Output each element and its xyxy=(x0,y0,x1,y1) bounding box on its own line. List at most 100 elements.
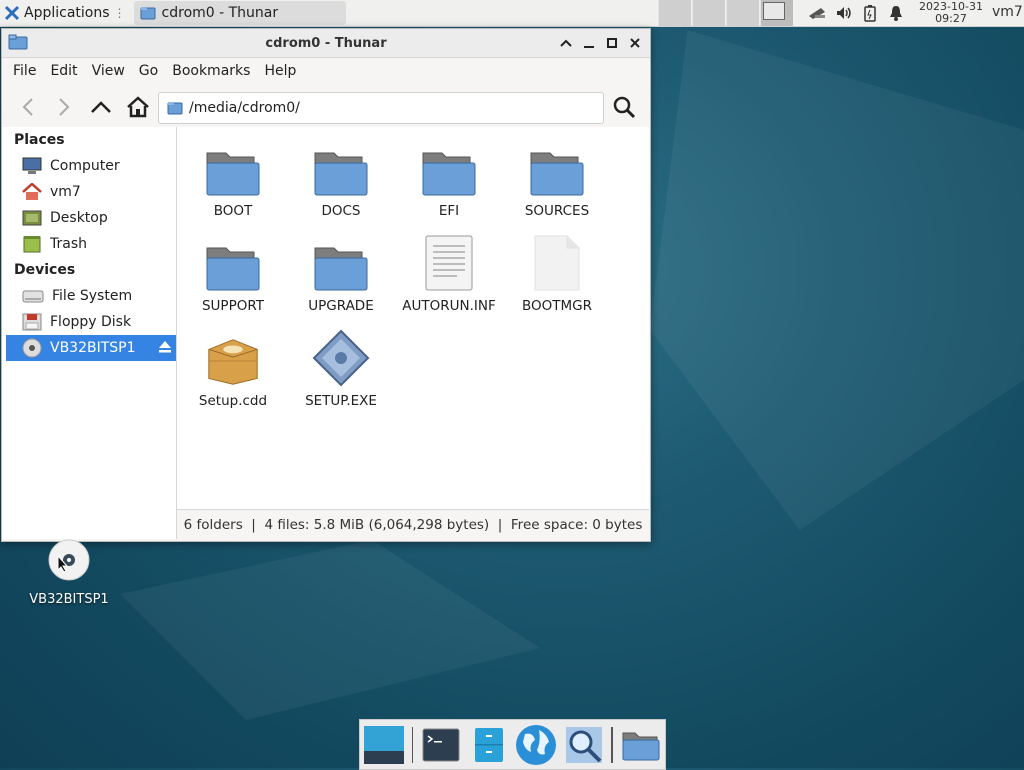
dock-separator xyxy=(411,726,414,763)
eject-icon[interactable] xyxy=(158,340,172,358)
file-label: SOURCES xyxy=(524,203,590,219)
mouse-cursor-icon xyxy=(57,555,69,573)
sidebar-item-computer[interactable]: Computer xyxy=(2,153,176,179)
workspace-1[interactable] xyxy=(658,0,691,26)
folder-icon xyxy=(167,102,183,115)
applications-label: Applications xyxy=(24,5,110,21)
desktop-icon-label: VB32BITSP1 xyxy=(29,592,109,607)
sidebar-item-label: Trash xyxy=(50,236,87,252)
title-bar[interactable]: cdrom0 - Thunar xyxy=(2,29,650,58)
wallpaper-shape xyxy=(650,30,1024,530)
menu-edit[interactable]: Edit xyxy=(43,63,84,79)
file-item[interactable]: SOURCES xyxy=(503,137,611,219)
file-label: AUTORUN.INF xyxy=(402,298,496,314)
menu-view[interactable]: View xyxy=(85,63,132,79)
minimize-button[interactable] xyxy=(579,33,599,53)
file-item[interactable]: UPGRADE xyxy=(287,232,395,314)
folder-icon xyxy=(203,232,263,292)
web-browser-icon xyxy=(516,724,557,765)
taskbar-title: cdrom0 - Thunar xyxy=(161,5,279,21)
sidebar-item-file-system[interactable]: File System xyxy=(2,283,176,309)
location-bar[interactable]: /media/cdrom0/ xyxy=(158,92,604,124)
dock xyxy=(359,719,666,770)
menu-go[interactable]: Go xyxy=(132,63,165,79)
sidebar-item-desktop[interactable]: Desktop xyxy=(2,205,176,231)
folder-icon xyxy=(419,137,479,197)
folder-icon xyxy=(203,137,263,197)
desktop-icon-vb32bitsp1[interactable]: VB32BITSP1 xyxy=(20,538,118,607)
forward-button[interactable] xyxy=(50,93,78,121)
menu-help[interactable]: Help xyxy=(257,63,303,79)
file-label: DOCS xyxy=(321,203,361,219)
user-menu[interactable]: vm7 xyxy=(992,4,1023,20)
home-icon xyxy=(127,96,149,118)
file-item[interactable]: DOCS xyxy=(287,137,395,219)
show-desktop-icon xyxy=(363,725,404,764)
up-arrow-icon xyxy=(91,101,111,113)
taskbar-button-thunar[interactable]: cdrom0 - Thunar xyxy=(133,1,346,25)
sidebar-item-label: vm7 xyxy=(50,184,81,200)
file-item[interactable]: Setup.cdd xyxy=(179,327,287,409)
devices-header: Devices xyxy=(14,262,76,278)
file-item[interactable]: BOOTMGR xyxy=(503,232,611,314)
blank-file-icon xyxy=(527,232,587,292)
file-label: SUPPORT xyxy=(201,298,264,314)
notification-icon[interactable] xyxy=(883,0,909,26)
sidebar-item-vb32bitsp1[interactable]: VB32BITSP1 xyxy=(6,335,176,361)
sidebar-item-label: Computer xyxy=(50,158,120,174)
file-item[interactable]: AUTORUN.INF xyxy=(395,232,503,314)
parent-folder-button[interactable] xyxy=(87,93,115,121)
home-folder-icon xyxy=(622,732,660,760)
shade-button[interactable] xyxy=(556,33,576,53)
forward-arrow-icon xyxy=(59,98,70,116)
maximize-button[interactable] xyxy=(602,33,622,53)
clock[interactable]: 2023-10-31 09:27 xyxy=(914,1,988,25)
file-label: Setup.cdd xyxy=(198,393,268,409)
drive-icon xyxy=(22,290,44,303)
workspace-4[interactable] xyxy=(760,0,793,26)
sidebar-item-label: VB32BITSP1 xyxy=(50,340,136,356)
home-folder-button[interactable] xyxy=(617,721,665,769)
thunar-window: cdrom0 - Thunar File Edit View Go Bookma… xyxy=(1,28,651,542)
sidebar-item-floppy-disk[interactable]: Floppy Disk xyxy=(2,309,176,335)
search-icon xyxy=(613,96,636,119)
wallpaper-shape xyxy=(120,540,540,720)
window-title: cdrom0 - Thunar xyxy=(265,35,387,51)
file-item[interactable]: BOOT xyxy=(179,137,287,219)
back-button[interactable] xyxy=(14,93,42,121)
sidebar-item-label: Desktop xyxy=(50,210,108,226)
network-icon[interactable] xyxy=(804,0,830,26)
close-button[interactable] xyxy=(625,33,645,53)
show-desktop-button[interactable] xyxy=(360,721,408,769)
terminal-button[interactable] xyxy=(417,721,465,769)
menu-icon: ⋮ xyxy=(113,6,126,20)
file-label: BOOT xyxy=(213,203,253,219)
folder-icon xyxy=(311,232,371,292)
location-path: /media/cdrom0/ xyxy=(189,100,300,116)
file-item[interactable]: SUPPORT xyxy=(179,232,287,314)
battery-icon[interactable] xyxy=(857,0,883,26)
file-manager-button[interactable] xyxy=(465,721,513,769)
home-button[interactable] xyxy=(124,93,152,121)
file-label: BOOTMGR xyxy=(521,298,592,314)
menu-file[interactable]: File xyxy=(6,63,43,79)
file-item[interactable]: EFI xyxy=(395,137,503,219)
computer-icon xyxy=(22,157,42,174)
sidebar-item-vm7[interactable]: vm7 xyxy=(2,179,176,205)
applications-menu[interactable]: Applications ⋮ xyxy=(0,0,130,26)
file-item[interactable]: SETUP.EXE xyxy=(287,327,395,409)
sidebar-item-label: Floppy Disk xyxy=(50,314,132,330)
home-folder-icon xyxy=(22,183,42,200)
file-label: SETUP.EXE xyxy=(305,393,377,409)
volume-icon[interactable] xyxy=(831,0,857,26)
sidebar-item-trash[interactable]: Trash xyxy=(2,231,176,257)
sidebar: Places Computer vm7 Desktop Trash Device… xyxy=(2,127,177,539)
menu-bookmarks[interactable]: Bookmarks xyxy=(165,63,257,79)
dock-separator xyxy=(611,726,614,763)
sidebar-item-label: File System xyxy=(52,288,133,304)
workspace-2[interactable] xyxy=(692,0,725,26)
search-button[interactable] xyxy=(610,93,638,121)
web-browser-button[interactable] xyxy=(512,721,560,769)
workspace-3[interactable] xyxy=(726,0,759,26)
app-finder-button[interactable] xyxy=(560,721,608,769)
